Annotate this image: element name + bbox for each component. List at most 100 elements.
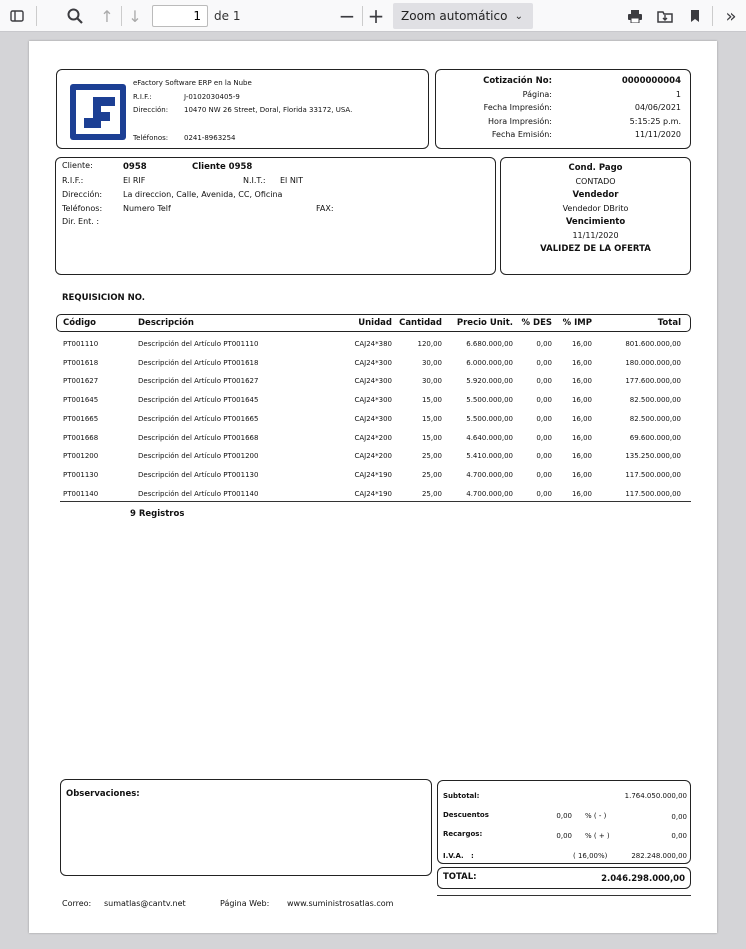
cell-description: Descripción del Artículo PT001668: [138, 433, 259, 442]
validity-label: VALIDEZ DE LA OFERTA: [540, 244, 651, 254]
cell-code: PT001110: [63, 340, 99, 348]
records-count: 9 Registros: [130, 509, 185, 519]
subtotal-value: 1.764.050.000,00: [624, 792, 687, 800]
requisition-label: REQUISICION NO.: [62, 293, 146, 303]
cell-total: 180.000.000,00: [625, 358, 681, 367]
print-date: 04/06/2021: [634, 103, 681, 112]
surcharge-pct: 0,00: [556, 832, 572, 840]
column-header-code: Código: [63, 318, 96, 328]
cell-total: 117.500.000,00: [625, 489, 681, 498]
table-bottom-rule: [60, 501, 691, 502]
cell-description: Descripción del Artículo PT001645: [138, 396, 259, 405]
client-fax-label: FAX:: [316, 204, 334, 213]
observations-label: Observaciones:: [66, 789, 140, 799]
discount-pct: 0,00: [556, 812, 572, 820]
surcharge-value: 0,00: [671, 832, 687, 840]
client-delivery-label: Dir. Ent. :: [62, 217, 100, 226]
client-address: La direccion, Calle, Avenida, CC, Oficin…: [123, 190, 283, 199]
cell-total: 82.500.000,00: [629, 414, 681, 423]
bookmark-icon[interactable]: [684, 4, 706, 28]
page-number-input[interactable]: [152, 5, 208, 27]
discount-label: Descuentos: [443, 811, 489, 819]
iva-value: 282.248.000,00: [631, 852, 687, 860]
due-value: 11/11/2020: [572, 231, 619, 240]
web-label: Página Web:: [220, 899, 270, 908]
chevron-down-icon: ⌄: [514, 10, 523, 22]
client-nit: El NIT: [280, 176, 304, 185]
cell-description: Descripción del Artículo PT001130: [138, 470, 259, 479]
client-name: Cliente 0958: [192, 162, 253, 172]
surcharge-sign: % ( + ): [585, 832, 610, 840]
client-rif-label: R.I.F.:: [62, 176, 84, 185]
search-icon[interactable]: [64, 4, 86, 28]
client-phone: Numero Telf: [123, 204, 171, 213]
subtotal-label: Subtotal:: [443, 792, 480, 800]
due-label: Vencimiento: [565, 217, 626, 227]
quote-number: 0000000004: [621, 76, 681, 86]
terms-box: [500, 157, 691, 275]
cell-description: Descripción del Artículo PT001140: [138, 489, 259, 498]
client-box: [55, 157, 496, 275]
company-logo: [70, 84, 126, 140]
company-rif: J-0102030405-9: [184, 93, 240, 101]
zoom-value: Zoom automático: [401, 9, 508, 23]
email-value: sumatlas@cantv.net: [104, 899, 186, 908]
payment-value: CONTADO: [575, 177, 616, 186]
page-label: Página:: [522, 90, 552, 99]
cell-total: 135.250.000,00: [625, 452, 681, 461]
column-header-total: Total: [657, 318, 681, 328]
total-label: TOTAL:: [443, 872, 477, 882]
client-phone-label: Teléfonos:: [62, 204, 103, 213]
company-address: 10470 NW 26 Street, Doral, Florida 33172…: [184, 106, 353, 114]
cell-total: 69.600.000,00: [629, 433, 681, 442]
page-total: de 1: [214, 9, 241, 23]
cell-code: PT001618: [63, 358, 99, 367]
company-name: eFactory Software ERP en la Nube: [133, 79, 252, 87]
cell-code: PT001200: [63, 452, 99, 461]
print-icon[interactable]: [624, 4, 646, 28]
company-address-label: Dirección:: [133, 106, 169, 114]
issue-date-label: Fecha Emisión:: [491, 130, 552, 139]
cell-description: Descripción del Artículo PT001665: [138, 414, 259, 423]
company-phone: 0241-8963254: [184, 134, 236, 142]
cell-code: PT001668: [63, 433, 99, 442]
cell-code: PT001665: [63, 414, 99, 423]
surcharge-label: Recargos:: [443, 830, 483, 838]
cell-total: 177.600.000,00: [625, 377, 681, 386]
previous-page-icon[interactable]: ↑: [96, 4, 118, 28]
zoom-select[interactable]: Zoom automático ⌄: [393, 3, 533, 29]
payment-label: Cond. Pago: [568, 163, 623, 173]
discount-sign: % ( - ): [585, 812, 607, 820]
print-date-label: Fecha Impresión:: [483, 103, 552, 112]
footer-rule: [437, 895, 691, 896]
web-value: www.suministrosatlas.com: [287, 899, 394, 908]
cell-description: Descripción del Artículo PT001200: [138, 452, 259, 461]
sidebar-toggle-icon[interactable]: [6, 4, 28, 28]
client-code: 0958: [123, 162, 147, 172]
page-value: 1: [675, 90, 681, 99]
quote-number-label: Cotización No:: [483, 76, 552, 86]
cell-description: Descripción del Artículo PT001618: [138, 358, 259, 367]
cell-code: PT001645: [63, 396, 99, 405]
download-icon[interactable]: [654, 4, 676, 28]
company-phone-label: Teléfonos:: [133, 134, 169, 142]
seller-value: Vendedor DBrito: [562, 204, 629, 213]
cell-total: 117.500.000,00: [625, 470, 681, 479]
tools-menu-icon[interactable]: »: [720, 4, 742, 28]
next-page-icon[interactable]: ↓: [124, 4, 146, 28]
column-header-description: Descripción: [138, 318, 194, 328]
cell-code: PT001627: [63, 377, 99, 386]
seller-label: Vendedor: [572, 190, 619, 200]
print-time: 5:15:25 p.m.: [629, 117, 681, 126]
cell-description: Descripción del Artículo PT001627: [138, 377, 259, 386]
zoom-out-icon[interactable]: −: [336, 4, 358, 28]
client-nit-label: N.I.T.:: [243, 176, 266, 185]
pdf-toolbar: ↑ ↓ de 1 − + Zoom automático ⌄ »: [0, 0, 746, 32]
zoom-in-icon[interactable]: +: [365, 4, 387, 28]
client-address-label: Dirección:: [62, 190, 103, 199]
cell-code: PT001130: [63, 470, 99, 479]
discount-value: 0,00: [671, 813, 687, 821]
print-time-label: Hora Impresión:: [488, 117, 552, 126]
email-label: Correo:: [62, 899, 92, 908]
company-rif-label: R.I.F.:: [133, 93, 152, 101]
